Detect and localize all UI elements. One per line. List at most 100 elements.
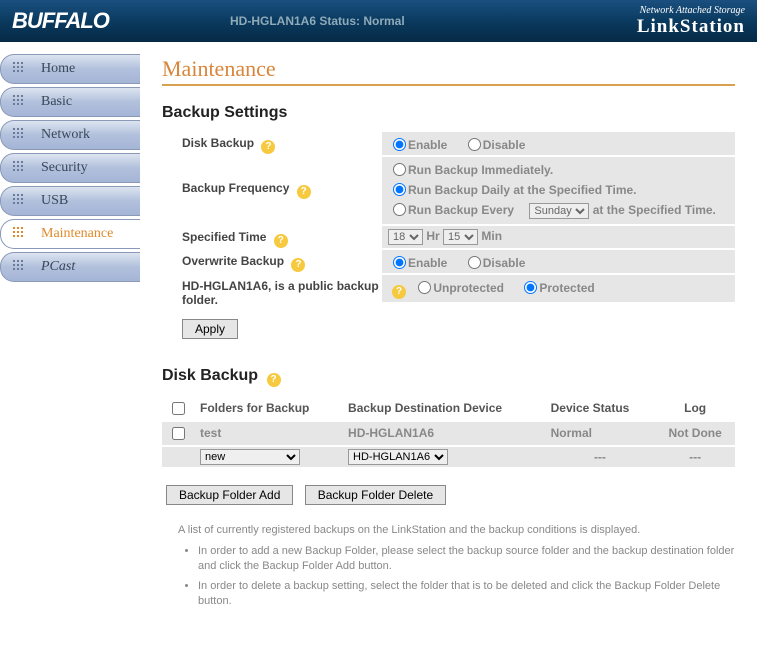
backup-settings-title: Backup Settings: [162, 104, 735, 122]
help-icon[interactable]: ?: [267, 373, 281, 387]
help-icon[interactable]: ?: [291, 258, 305, 272]
radio-ow-enable[interactable]: [393, 256, 406, 269]
app-header: BUFFALO HD-HGLAN1A6 Status: Normal Netwo…: [0, 0, 757, 42]
radio-every[interactable]: [393, 203, 406, 216]
radio-disable[interactable]: [468, 138, 481, 151]
page-title: Maintenance: [162, 56, 735, 86]
nav-pcast[interactable]: PCast: [0, 252, 140, 282]
nav-usb[interactable]: USB: [0, 186, 140, 216]
device-status: HD-HGLAN1A6 Status: Normal: [230, 14, 405, 28]
radio-daily[interactable]: [393, 183, 406, 196]
notes-bullet: In order to delete a backup setting, sel…: [198, 579, 735, 610]
title-text: Disk Backup: [162, 367, 258, 384]
radio-unprotected[interactable]: [418, 281, 431, 294]
notes-bullet: In order to add a new Backup Folder, ple…: [198, 544, 735, 575]
nav-maintenance[interactable]: Maintenance: [0, 219, 140, 249]
freq-day-select[interactable]: Sunday: [529, 203, 589, 219]
brand-area: Network Attached Storage LinkStation: [637, 5, 745, 38]
label-text: HD-HGLAN1A6, is a public backup folder.: [182, 279, 379, 307]
help-icon[interactable]: ?: [274, 234, 288, 248]
nav-label: Security: [41, 160, 88, 176]
hour-select[interactable]: 18: [388, 229, 423, 245]
overwrite-enable[interactable]: Enable: [388, 256, 447, 270]
label-text: Backup Frequency: [182, 181, 289, 195]
sidebar: Home Basic Network Security USB Maintena…: [0, 42, 140, 636]
disk-backup-table: Folders for Backup Backup Destination De…: [162, 397, 735, 467]
specified-time-label: Specified Time ?: [162, 226, 382, 248]
apply-button[interactable]: Apply: [182, 319, 238, 339]
table-row: test HD-HGLAN1A6 Normal Not Done: [162, 421, 735, 446]
help-icon[interactable]: ?: [297, 185, 311, 199]
backup-folder-delete-button[interactable]: Backup Folder Delete: [305, 485, 446, 505]
dots-icon: [13, 62, 27, 76]
dots-icon: [13, 95, 27, 109]
hr-label: Hr: [426, 229, 439, 243]
min-select[interactable]: 15: [443, 229, 478, 245]
dots-icon: [13, 260, 27, 274]
radio-immediate[interactable]: [393, 163, 406, 176]
dots-icon: [13, 194, 27, 208]
overwrite-disable[interactable]: Disable: [463, 256, 526, 270]
overwrite-label: Overwrite Backup ?: [162, 250, 382, 272]
disk-backup-enable[interactable]: Enable: [388, 138, 447, 152]
table-row: new HD-HGLAN1A6 --- ---: [162, 446, 735, 467]
unprotected-option[interactable]: Unprotected: [413, 281, 504, 295]
log-cell: Not Done: [655, 421, 735, 446]
dots-icon: [13, 227, 27, 241]
folder-select[interactable]: new: [200, 449, 300, 465]
col-dest: Backup Destination Device: [342, 397, 545, 421]
status-cell: Normal: [545, 421, 656, 446]
protected-option[interactable]: Protected: [519, 281, 594, 295]
brand-tagline: Network Attached Storage: [637, 5, 745, 16]
nav-basic[interactable]: Basic: [0, 87, 140, 117]
dots-icon: [13, 161, 27, 175]
nav-network[interactable]: Network: [0, 120, 140, 150]
table-header-row: Folders for Backup Backup Destination De…: [162, 397, 735, 421]
folder-cell: test: [194, 421, 342, 446]
public-folder-value: ? Unprotected Protected: [382, 275, 735, 302]
select-all-checkbox[interactable]: [172, 402, 185, 415]
help-icon[interactable]: ?: [392, 285, 406, 299]
disk-backup-value: Enable Disable: [382, 132, 735, 155]
disk-backup-label: Disk Backup ?: [162, 132, 382, 154]
disk-backup-disable[interactable]: Disable: [463, 138, 526, 152]
main-content: Maintenance Backup Settings Disk Backup …: [140, 42, 757, 636]
nav-label: USB: [41, 193, 68, 209]
disk-backup-title: Disk Backup ?: [162, 367, 735, 387]
brand-product: LinkStation: [637, 16, 745, 38]
label-text: Overwrite Backup: [182, 254, 284, 268]
log-cell: ---: [655, 446, 735, 467]
radio-protected[interactable]: [524, 281, 537, 294]
col-log: Log: [655, 397, 735, 421]
settings-grid: Disk Backup ? Enable Disable Backup Freq…: [162, 132, 735, 307]
nav-label: Home: [41, 61, 75, 77]
nav-label: PCast: [41, 259, 75, 275]
col-status: Device Status: [545, 397, 656, 421]
nav-label: Basic: [41, 94, 72, 110]
freq-daily[interactable]: Run Backup Daily at the Specified Time.: [388, 183, 637, 197]
status-cell: ---: [545, 446, 656, 467]
backup-folder-add-button[interactable]: Backup Folder Add: [166, 485, 293, 505]
label-text: Disk Backup: [182, 136, 254, 150]
notes-intro: A list of currently registered backups o…: [178, 523, 735, 538]
public-folder-label: HD-HGLAN1A6, is a public backup folder.: [162, 275, 382, 307]
overwrite-value: Enable Disable: [382, 250, 735, 273]
backup-frequency-label: Backup Frequency ?: [162, 157, 382, 199]
brand-logo: BUFFALO: [0, 8, 109, 34]
dest-cell: HD-HGLAN1A6: [342, 421, 545, 446]
dest-select[interactable]: HD-HGLAN1A6: [348, 449, 448, 465]
nav-home[interactable]: Home: [0, 54, 140, 84]
freq-every[interactable]: Run Backup Every: [388, 203, 514, 217]
dots-icon: [13, 128, 27, 142]
nav-security[interactable]: Security: [0, 153, 140, 183]
notes: A list of currently registered backups o…: [178, 523, 735, 610]
col-folders: Folders for Backup: [194, 397, 342, 421]
specified-time-value: 18 Hr 15 Min: [382, 226, 735, 248]
radio-enable[interactable]: [393, 138, 406, 151]
row-checkbox[interactable]: [172, 427, 185, 440]
label-text: Specified Time: [182, 230, 266, 244]
min-label: Min: [481, 229, 502, 243]
radio-ow-disable[interactable]: [468, 256, 481, 269]
freq-immediate[interactable]: Run Backup Immediately.: [388, 163, 553, 177]
help-icon[interactable]: ?: [261, 140, 275, 154]
